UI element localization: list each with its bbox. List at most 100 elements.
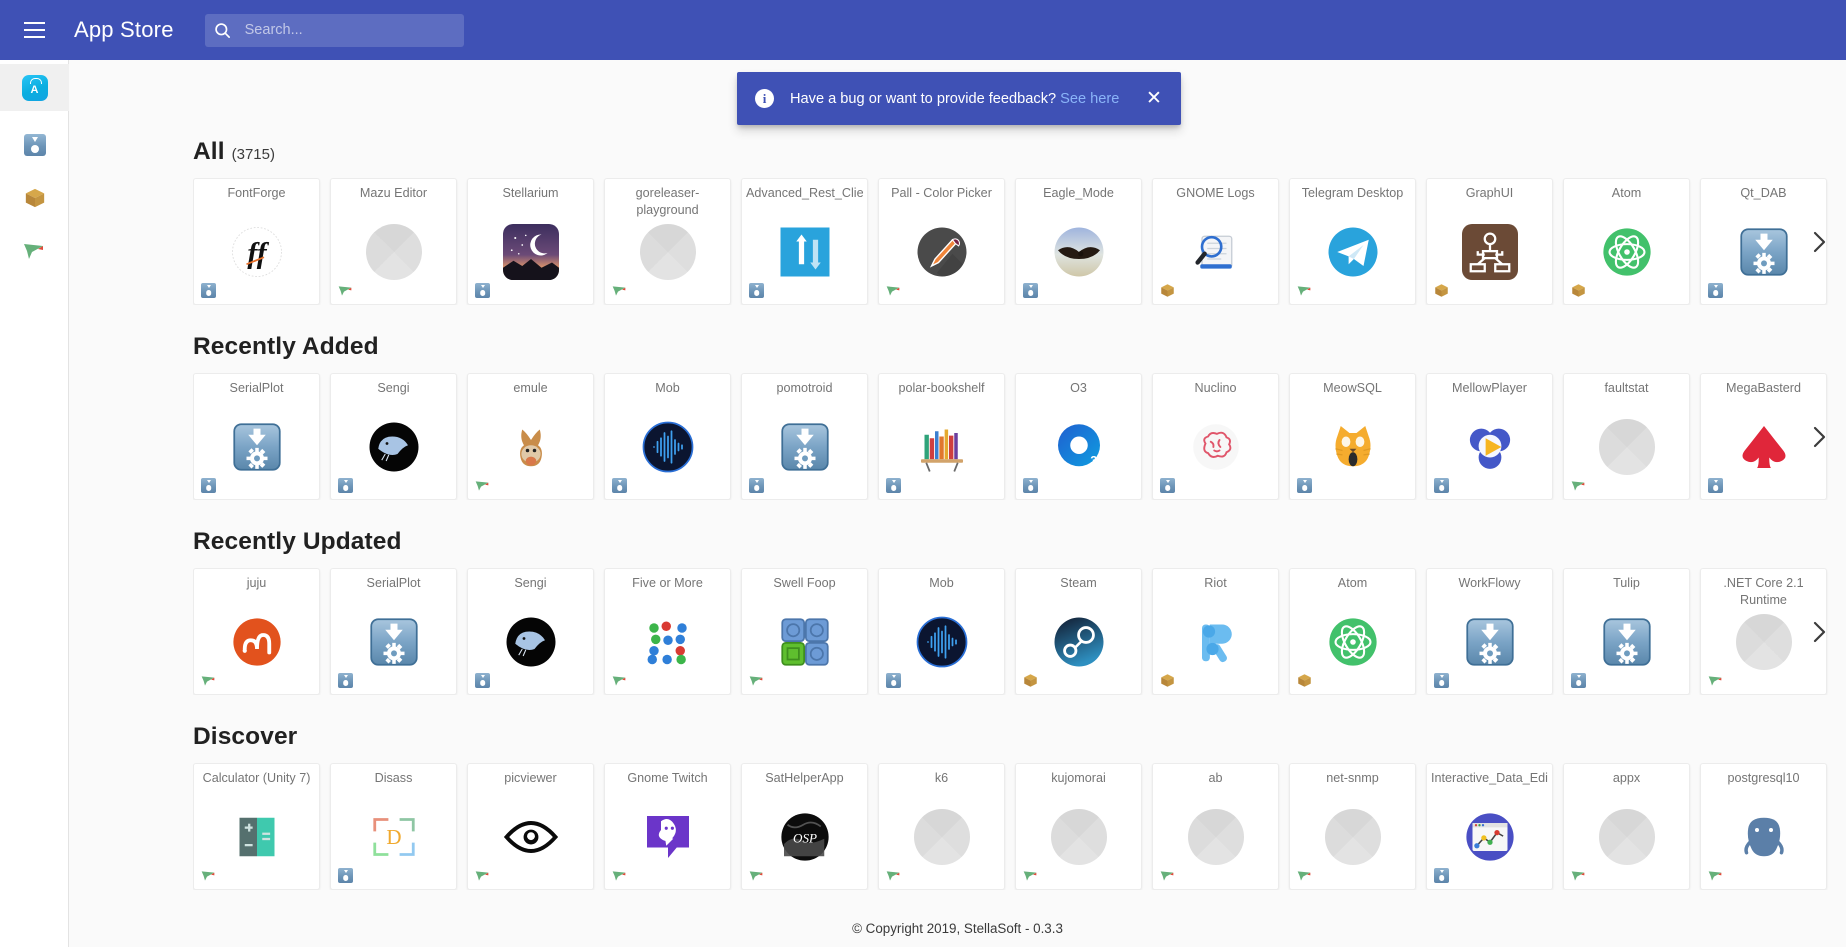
app-source-badge: [1296, 672, 1313, 689]
app-card[interactable]: Gnome Twitch: [604, 763, 731, 890]
close-icon[interactable]: ✕: [1141, 86, 1167, 112]
app-card[interactable]: O3 3: [1015, 373, 1142, 500]
app-source-badge: [611, 477, 628, 494]
menu-bar-1: [24, 22, 45, 24]
app-card-title: Disass: [335, 770, 452, 787]
section-title: Recently Updated: [193, 528, 402, 556]
app-card[interactable]: SerialPlot: [330, 568, 457, 695]
search-box[interactable]: [205, 14, 464, 47]
flatpak-badge-icon: [612, 869, 628, 883]
sections-scroll-area[interactable]: All(3715) FontForgeff Mazu Editor Stellariu…: [69, 60, 1846, 947]
app-card[interactable]: juju: [193, 568, 320, 695]
app-card-title: GNOME Logs: [1157, 185, 1274, 202]
see-here-link[interactable]: See here: [1060, 91, 1119, 107]
sidebar-item-app-store[interactable]: A: [0, 64, 69, 111]
flatpak-badge-icon: [475, 869, 491, 883]
app-card-title: MellowPlayer: [1431, 380, 1548, 397]
search-input[interactable]: [241, 15, 464, 46]
app-card-title: appx: [1568, 770, 1685, 787]
section-header: Recently Added: [193, 333, 1846, 361]
flatpak-badge-icon: [749, 869, 765, 883]
app-card[interactable]: net-snmp: [1289, 763, 1416, 890]
menu-bar-2: [24, 29, 45, 31]
app-card[interactable]: Eagle_Mode: [1015, 178, 1142, 305]
app-card[interactable]: Sengi: [330, 373, 457, 500]
app-card[interactable]: faultstat: [1563, 373, 1690, 500]
app-card[interactable]: SerialPlot: [193, 373, 320, 500]
app-card[interactable]: emule: [467, 373, 594, 500]
sidebar-item-flatpak[interactable]: [0, 227, 69, 274]
section-header: All(3715): [193, 138, 1846, 166]
chevron-right-icon[interactable]: [1806, 422, 1832, 452]
app-card[interactable]: Atom: [1563, 178, 1690, 305]
app-card[interactable]: SatHelperAppOSP: [741, 763, 868, 890]
app-card[interactable]: Steam: [1015, 568, 1142, 695]
app-card[interactable]: Five or More: [604, 568, 731, 695]
deb-badge-icon: [1023, 283, 1038, 298]
app-card-title: Qt_DAB: [1705, 185, 1822, 202]
app-card[interactable]: goreleaser-playground: [604, 178, 731, 305]
app-card[interactable]: Sengi: [467, 568, 594, 695]
app-icon-placeholder: [1016, 806, 1141, 868]
app-card[interactable]: postgresql10: [1700, 763, 1827, 890]
app-card[interactable]: Advanced_Rest_Client: [741, 178, 868, 305]
app-card[interactable]: pomotroid: [741, 373, 868, 500]
app-card[interactable]: FontForgeff: [193, 178, 320, 305]
app-source-badge: [337, 477, 354, 494]
app-source-badge: [1707, 477, 1724, 494]
chevron-right-icon[interactable]: [1806, 617, 1832, 647]
deb-badge-icon: [338, 868, 353, 883]
sidebar-item-installed[interactable]: [0, 121, 69, 168]
app-source-badge: [474, 477, 491, 494]
app-card[interactable]: kujomorai: [1015, 763, 1142, 890]
app-card[interactable]: appx: [1563, 763, 1690, 890]
app-card[interactable]: polar-bookshelf: [878, 373, 1005, 500]
hamburger-menu-icon[interactable]: [16, 12, 52, 48]
app-card[interactable]: Stellarium: [467, 178, 594, 305]
app-card[interactable]: WorkFlowy: [1426, 568, 1553, 695]
app-card-title: Advanced_Rest_Client: [746, 185, 863, 202]
app-card[interactable]: picviewer: [467, 763, 594, 890]
chevron-right-icon[interactable]: [1806, 227, 1832, 257]
app-icon-deb: [1564, 611, 1689, 673]
app-card-title: Nuclino: [1157, 380, 1274, 397]
app-source-badge: [748, 477, 765, 494]
app-card[interactable]: Swell Foop: [741, 568, 868, 695]
app-icon-placeholder: [331, 221, 456, 283]
app-card[interactable]: Riot: [1152, 568, 1279, 695]
app-icon-o3: 3: [1016, 416, 1141, 478]
app-card-title: kujomorai: [1020, 770, 1137, 787]
app-card[interactable]: Disass D: [330, 763, 457, 890]
sidebar-item-snap[interactable]: [0, 174, 69, 221]
carousel: Calculator (Unity 7) Disass DpicviewerGnom…: [193, 763, 1846, 890]
app-card-title: Mazu Editor: [335, 185, 452, 202]
app-card[interactable]: MellowPlayer: [1426, 373, 1553, 500]
app-card[interactable]: Atom: [1289, 568, 1416, 695]
app-icon-meowsql: [1290, 416, 1415, 478]
app-icon-deb: [1427, 611, 1552, 673]
app-icon-riot: [1153, 611, 1278, 673]
flatpak-badge-icon: [1160, 869, 1176, 883]
app-card[interactable]: Interactive_Data_Editor: [1426, 763, 1553, 890]
app-card[interactable]: Mob: [604, 373, 731, 500]
app-card[interactable]: ab: [1152, 763, 1279, 890]
app-card[interactable]: MeowSQL: [1289, 373, 1416, 500]
app-card[interactable]: Tulip: [1563, 568, 1690, 695]
app-card[interactable]: Pall - Color Picker: [878, 178, 1005, 305]
app-card[interactable]: GNOME Logs: [1152, 178, 1279, 305]
app-card[interactable]: GraphUI: [1426, 178, 1553, 305]
deb-badge-icon: [338, 673, 353, 688]
app-card[interactable]: Telegram Desktop: [1289, 178, 1416, 305]
app-card[interactable]: Mazu Editor: [330, 178, 457, 305]
app-card[interactable]: Calculator (Unity 7): [193, 763, 320, 890]
app-card[interactable]: Mob: [878, 568, 1005, 695]
main-content: i Have a bug or want to provide feedback…: [69, 60, 1846, 947]
flatpak-badge-icon: [1708, 674, 1724, 688]
app-card-title: O3: [1020, 380, 1137, 397]
app-icon-graphui: [1427, 221, 1552, 283]
app-source-badge: [474, 672, 491, 689]
app-card[interactable]: Nuclino: [1152, 373, 1279, 500]
notification-message-text: Have a bug or want to provide feedback?: [790, 91, 1056, 107]
app-card[interactable]: k6: [878, 763, 1005, 890]
app-icon-disass: D: [331, 806, 456, 868]
